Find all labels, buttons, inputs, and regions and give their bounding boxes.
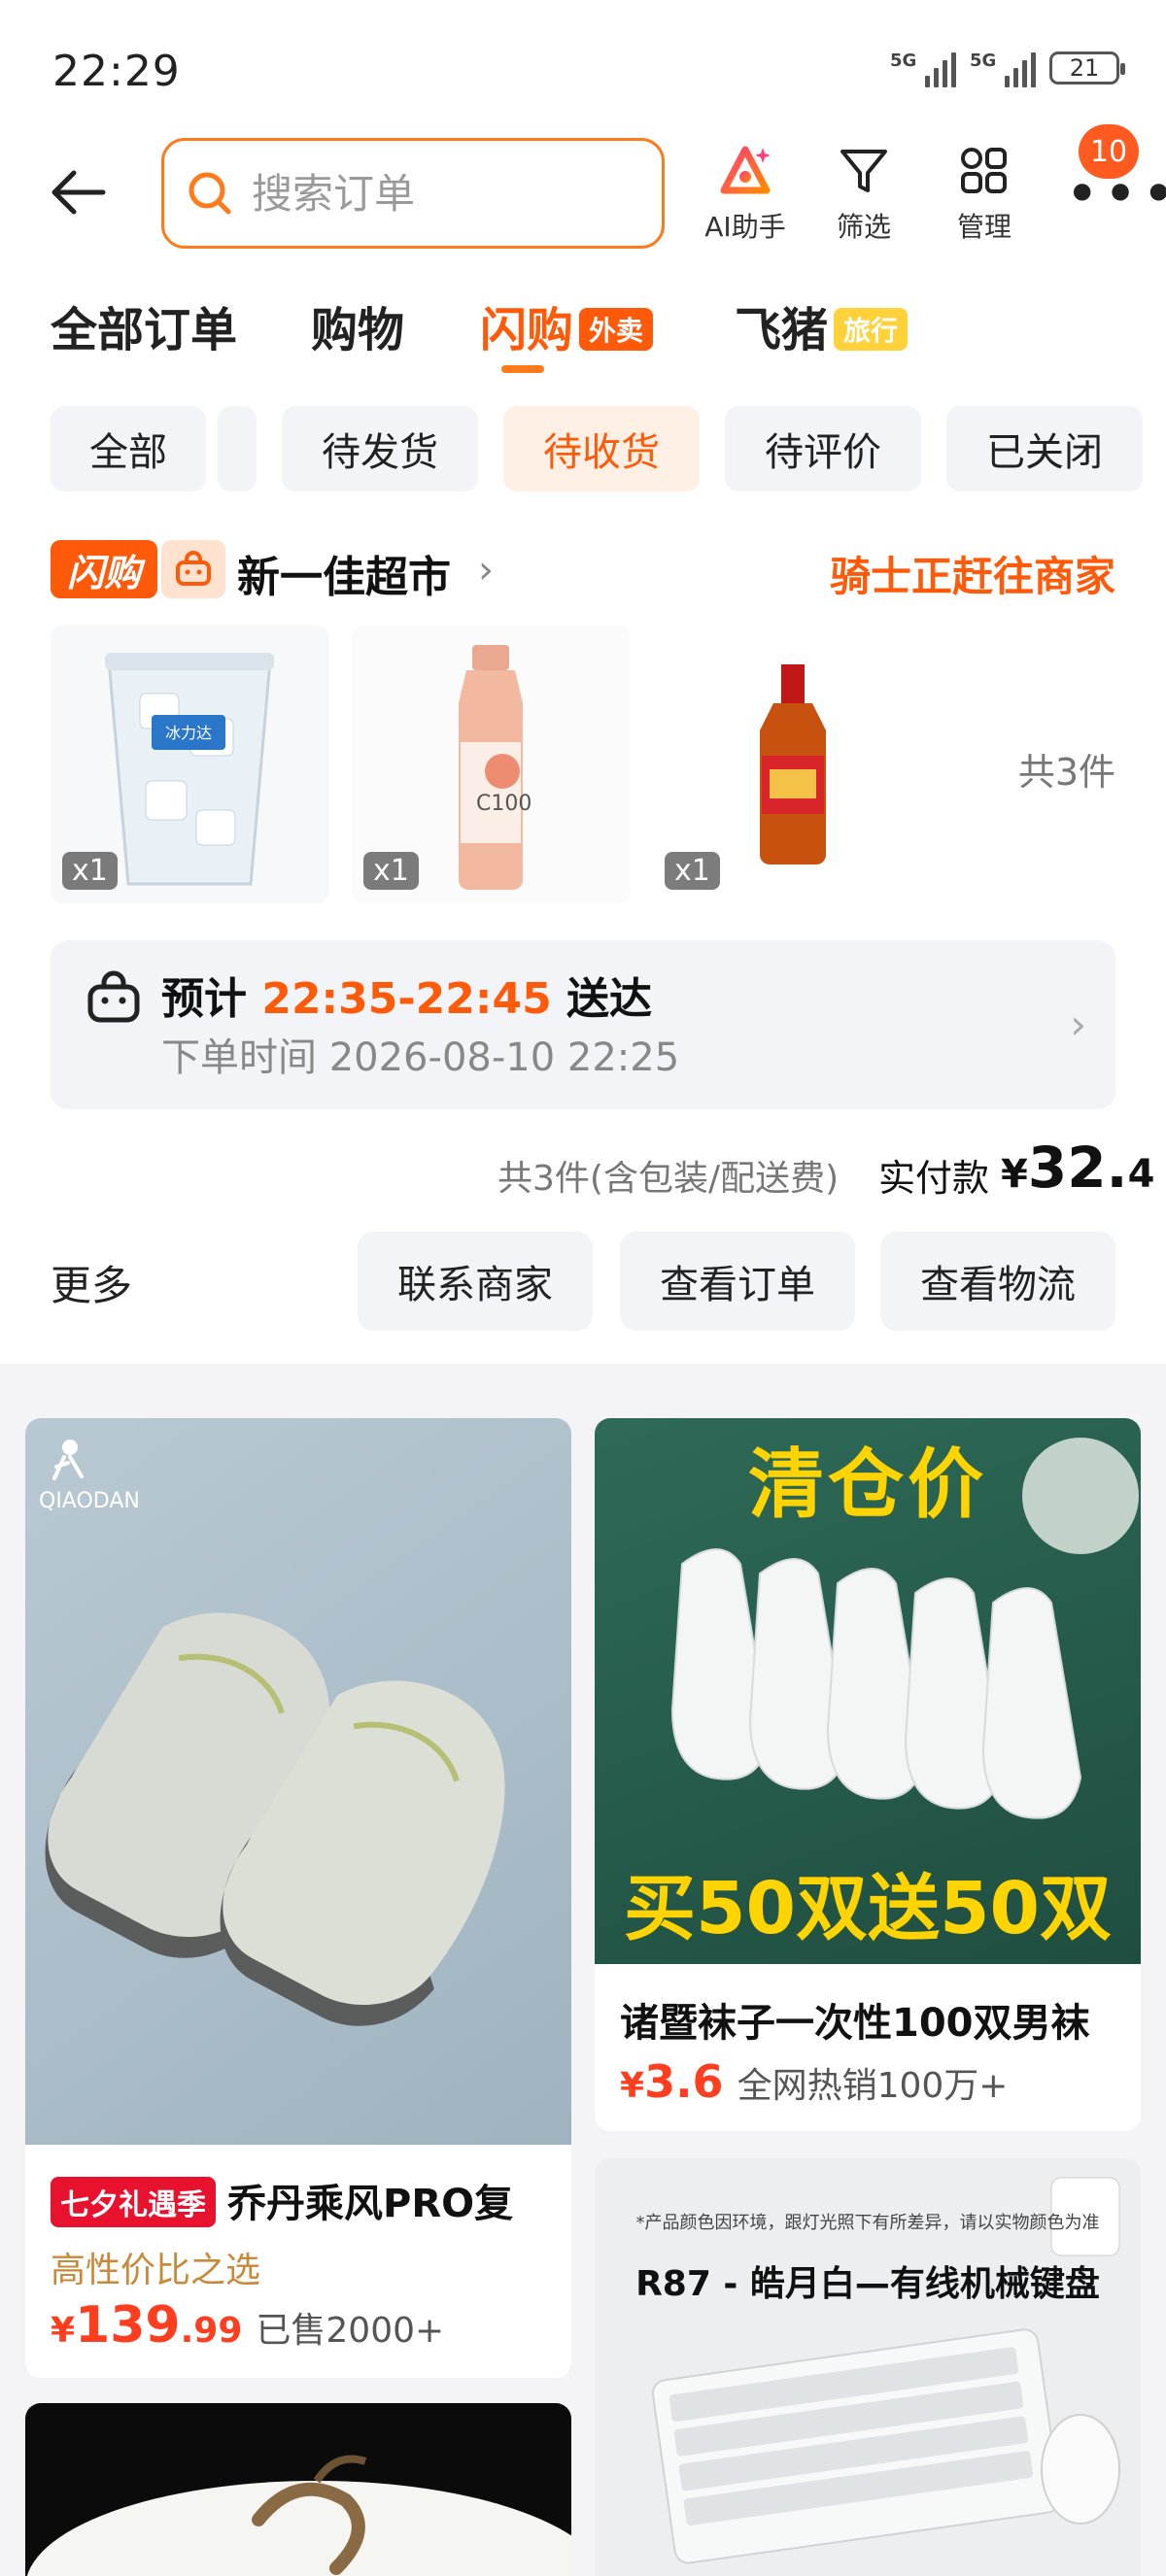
tab-flash[interactable]: 闪购 外卖 [480, 291, 654, 359]
filter-to-review[interactable]: 待评价 [725, 406, 921, 491]
qty-label: x1 [62, 852, 118, 890]
product-title: 七夕礼遇季 乔丹乘风PRO复 [51, 2172, 556, 2231]
delivery-info-card[interactable]: 预计 22:35-22:45 送达 下单时间 2026-08-10 22:25 … [51, 940, 1115, 1109]
order-time: 下单时间 2026-08-10 22:25 [161, 1035, 680, 1080]
filter-hidden-chip[interactable] [218, 406, 257, 491]
sneaker-image: QIAODAN [39, 1440, 505, 2026]
filter-to-ship[interactable]: 待发货 [282, 406, 478, 491]
filter-closed[interactable]: 已关闭 [946, 406, 1143, 491]
product-thumb-2[interactable]: C100 x1 [352, 626, 630, 903]
filter-to-receive[interactable]: 待收货 [503, 406, 700, 491]
tab-shopping[interactable]: 购物 [311, 291, 404, 359]
banner-bottom-text: 买50双送50双 [624, 1867, 1112, 1950]
product-price: ¥139.99 已售2000+ [51, 2296, 445, 2355]
ai-assistant-icon [720, 146, 771, 194]
svg-text:冰力达: 冰力达 [165, 724, 212, 742]
disclaimer-text: *产品颜色因环境，跟灯光照下有所差异，请以实物颜色为准 [635, 2213, 1100, 2233]
takeout-tag: 外卖 [579, 308, 654, 351]
filter-all[interactable]: 全部 [51, 406, 206, 491]
flash-badge: 闪购 [51, 540, 157, 598]
dish-image [26, 2455, 571, 2576]
signal-icon-2: 5G [970, 49, 1036, 87]
manage-button[interactable]: 管理 [931, 144, 1038, 245]
payment-description: 共3件(含包装/配送费) [497, 1159, 840, 1199]
banner-top-text: 清仓价 [747, 1441, 987, 1529]
svg-text:QIAODAN: QIAODAN [39, 1489, 140, 1513]
qty-label: x1 [363, 852, 419, 890]
shoe-product-image[interactable]: QIAODAN [25, 1418, 571, 2145]
notification-badge: 10 [1079, 124, 1139, 179]
shoe-product-info[interactable]: 七夕礼遇季 乔丹乘风PRO复 高性价比之选 ¥139.99 已售2000+ [25, 2145, 571, 2378]
product-price: ¥3.6 全网热销100万+ [620, 2055, 1009, 2108]
more-menu-icon[interactable]: ••• [1065, 165, 1166, 223]
keyboard-product-image[interactable]: *产品颜色因环境，跟灯光照下有所差异，请以实物颜色为准 R87 - 皓月白—有线… [595, 2158, 1141, 2576]
signal-icon: 5G [890, 49, 956, 87]
payment-amount: ¥32.4 [1001, 1135, 1155, 1201]
view-order-button[interactable]: 查看订单 [620, 1232, 855, 1331]
product-thumb-1[interactable]: 冰力达 x1 [51, 626, 328, 903]
tab-all-orders[interactable]: 全部订单 [51, 291, 237, 359]
status-icons: 5G 5G 21 [890, 49, 1125, 87]
socks-product-image[interactable]: 清仓价 买50双送50双 [595, 1418, 1141, 1964]
contact-merchant-button[interactable]: 联系商家 [358, 1232, 593, 1331]
product-subtitle: 高性价比之选 [51, 2251, 261, 2290]
travel-tag: 旅行 [834, 308, 909, 351]
battery-icon: 21 [1049, 51, 1125, 85]
back-button[interactable] [47, 161, 109, 223]
estimated-delivery: 预计 22:35-22:45 送达 [161, 974, 653, 1024]
store-name[interactable]: 新一佳超市 [237, 542, 451, 604]
manage-grid-icon [961, 148, 1007, 193]
shopping-bag-icon [161, 540, 225, 598]
search-box[interactable] [161, 138, 665, 249]
chevron-right-icon[interactable]: › [478, 548, 494, 593]
order-status: 骑士正赶往商家 [829, 553, 1115, 600]
filter-button[interactable]: 筛选 [810, 144, 917, 245]
filter-funnel-icon [840, 150, 887, 192]
search-input[interactable] [250, 168, 623, 219]
search-icon [189, 172, 231, 215]
item-count: 共3件 [1017, 751, 1115, 794]
product-title: R87 - 皓月白—有线机械键盘 [635, 2264, 1100, 2304]
svg-text:C100: C100 [476, 792, 532, 816]
shopping-bag-icon [86, 969, 142, 1030]
view-logistics-button[interactable]: 查看物流 [880, 1232, 1115, 1331]
socks-product-info[interactable]: 诸暨袜子一次性100双男袜 ¥3.6 全网热销100万+ [595, 1964, 1141, 2131]
back-arrow-icon [51, 170, 106, 215]
ai-assistant-button[interactable]: AI助手 [692, 144, 799, 245]
product-title: 诸暨袜子一次性100双男袜 [620, 2001, 1090, 2046]
promo-tag: 七夕礼遇季 [51, 2177, 216, 2227]
status-time: 22:29 [52, 47, 181, 96]
product-thumb-3[interactable]: x1 [653, 626, 931, 903]
tab-fliggy[interactable]: 飞猪 旅行 [735, 291, 909, 359]
more-actions-link[interactable]: 更多 [51, 1253, 132, 1312]
active-tab-indicator [501, 365, 544, 373]
qty-label: x1 [665, 852, 720, 890]
chevron-right-icon: › [1070, 1000, 1086, 1048]
product-image-4[interactable] [25, 2403, 571, 2576]
payment-label: 实付款 [878, 1157, 990, 1200]
